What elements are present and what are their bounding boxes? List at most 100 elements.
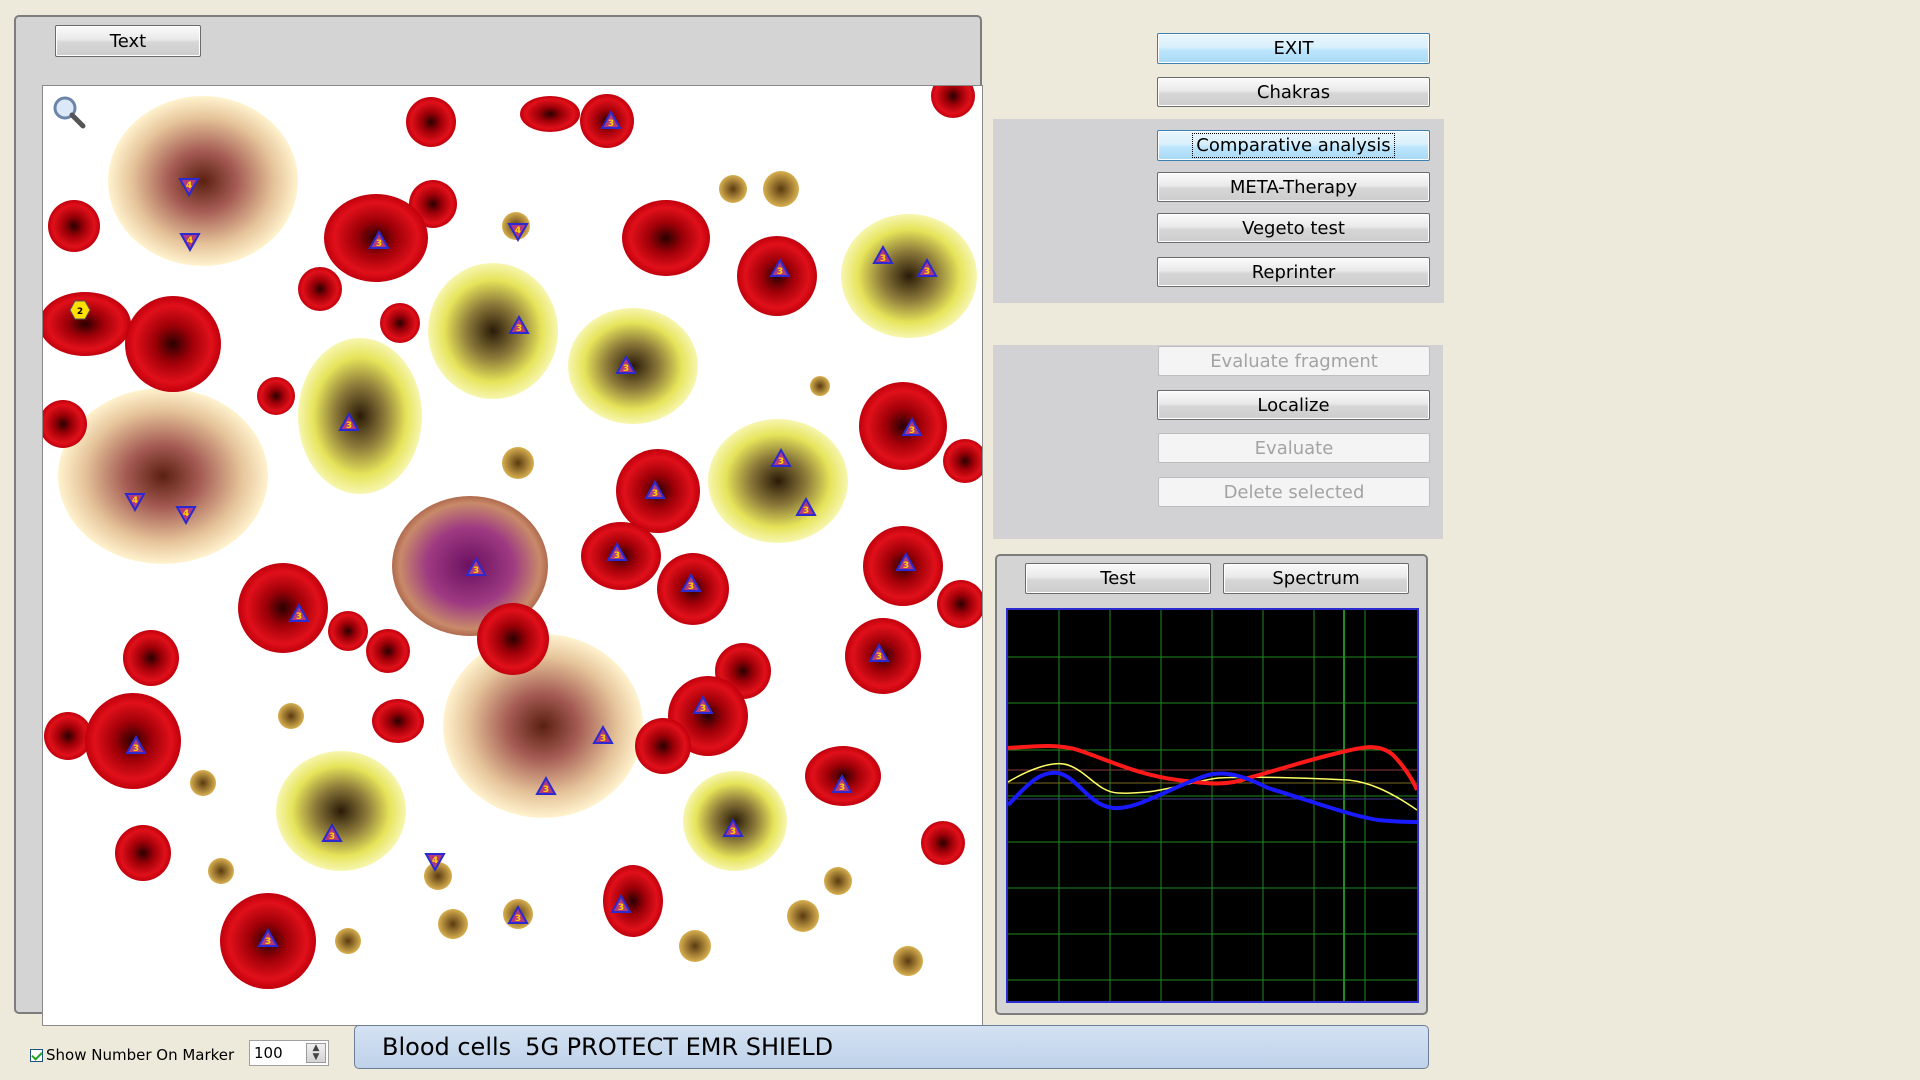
- chakras-button[interactable]: Chakras: [1157, 77, 1430, 107]
- svg-text:4: 4: [515, 226, 521, 236]
- svg-text:3: 3: [296, 612, 302, 622]
- svg-text:3: 3: [618, 903, 624, 913]
- marker-4: 4: [507, 223, 529, 243]
- svg-text:4: 4: [183, 509, 189, 519]
- spectrum-plot: [1006, 610, 1419, 1001]
- reprinter-button[interactable]: Reprinter: [1157, 257, 1430, 287]
- chakras-button-label: Chakras: [1256, 81, 1331, 103]
- marker-3: 3: [125, 734, 147, 754]
- svg-text:3: 3: [265, 937, 271, 947]
- svg-text:3: 3: [543, 785, 549, 795]
- evaluate-fragment-label: Evaluate fragment: [1210, 350, 1378, 372]
- marker-layer: 3 4 4 3 4 3 3 3 2 3 3 3 3 3 3 3 4 4 3 3: [69, 109, 938, 947]
- text-button-label: Text: [109, 30, 147, 52]
- spin-arrows-icon[interactable]: ▲ ▼: [306, 1043, 326, 1063]
- svg-text:3: 3: [376, 239, 382, 249]
- marker-3: 3: [606, 541, 628, 561]
- svg-text:3: 3: [614, 551, 620, 561]
- marker-3: 3: [338, 411, 360, 431]
- marker-3: 3: [288, 602, 310, 622]
- exit-button[interactable]: EXIT: [1157, 33, 1430, 64]
- marker-3: 3: [592, 724, 614, 744]
- marker-3: 3: [615, 354, 637, 374]
- magnifier-icon[interactable]: [51, 94, 87, 130]
- svg-text:3: 3: [473, 566, 479, 576]
- evaluate-fragment-button[interactable]: Evaluate fragment: [1158, 346, 1430, 376]
- evaluate-button[interactable]: Evaluate: [1158, 433, 1430, 463]
- svg-text:3: 3: [133, 744, 139, 754]
- marker-3: 3: [600, 109, 622, 129]
- graph-grid: [1008, 610, 1417, 1001]
- test-button-label: Test: [1100, 568, 1136, 589]
- marker-3: 3: [368, 229, 390, 249]
- svg-text:3: 3: [700, 704, 706, 714]
- blood-cell-image[interactable]: 3 4 4 3 4 3 3 3 2 3 3 3 3 3 3 3 4 4 3 3: [42, 85, 983, 1026]
- spectrum-button-label: Spectrum: [1272, 568, 1360, 589]
- zoom-spinbox[interactable]: 100 ▲ ▼: [249, 1040, 329, 1066]
- localize-button[interactable]: Localize: [1157, 390, 1430, 420]
- delete-selected-label: Delete selected: [1223, 481, 1365, 503]
- svg-text:3: 3: [515, 914, 521, 924]
- comparative-analysis-button[interactable]: Comparative analysis: [1157, 130, 1430, 161]
- svg-text:3: 3: [688, 582, 694, 592]
- delete-selected-button[interactable]: Delete selected: [1158, 477, 1430, 507]
- svg-text:3: 3: [924, 267, 930, 277]
- show-number-label: Show Number On Marker: [46, 1046, 235, 1064]
- marker-3: 3: [868, 642, 890, 662]
- marker-3: 3: [257, 927, 279, 947]
- test-button[interactable]: Test: [1025, 563, 1211, 594]
- svg-text:4: 4: [187, 236, 193, 246]
- evaluate-label: Evaluate: [1254, 437, 1334, 459]
- svg-text:3: 3: [600, 734, 606, 744]
- svg-text:3: 3: [329, 832, 335, 842]
- svg-text:3: 3: [730, 827, 736, 837]
- svg-text:4: 4: [132, 496, 138, 506]
- svg-text:3: 3: [903, 561, 909, 571]
- spectrum-graph: [1006, 608, 1419, 1003]
- marker-3: 3: [872, 244, 894, 264]
- spectrum-button[interactable]: Spectrum: [1223, 563, 1409, 594]
- marker-3: 3: [610, 893, 632, 913]
- graph-panel: Test Spectrum: [995, 554, 1428, 1015]
- meta-therapy-button[interactable]: META-Therapy: [1157, 172, 1430, 202]
- svg-text:3: 3: [803, 506, 809, 516]
- marker-3: 3: [644, 479, 666, 499]
- svg-text:3: 3: [652, 489, 658, 499]
- marker-3: 3: [770, 447, 792, 467]
- image-panel: Text 3 4 4 3 4 3 3 3 2 3 3 3 3 3 3 3 4 4…: [14, 15, 983, 1026]
- svg-text:3: 3: [880, 254, 886, 264]
- marker-3: 3: [692, 694, 714, 714]
- marker-3: 3: [795, 496, 817, 516]
- reprinter-label: Reprinter: [1251, 261, 1336, 283]
- vegeto-test-label: Vegeto test: [1242, 217, 1345, 239]
- svg-text:3: 3: [777, 267, 783, 277]
- exit-button-label: EXIT: [1273, 38, 1314, 59]
- svg-text:3: 3: [608, 119, 614, 129]
- marker-3: 3: [507, 904, 529, 924]
- svg-text:3: 3: [346, 421, 352, 431]
- marker-3: 3: [895, 551, 917, 571]
- status-subtitle: 5G PROTECT EMR SHIELD: [525, 1033, 834, 1061]
- svg-text:3: 3: [516, 324, 522, 334]
- marker-4: 4: [424, 853, 446, 873]
- marker-3: 3: [321, 822, 343, 842]
- svg-text:4: 4: [432, 856, 438, 866]
- marker-3: 3: [769, 257, 791, 277]
- zoom-value: 100: [254, 1044, 283, 1062]
- marker-3: 3: [916, 257, 938, 277]
- marker-4: 4: [179, 233, 201, 253]
- localize-label: Localize: [1257, 394, 1330, 416]
- vegeto-test-button[interactable]: Vegeto test: [1157, 213, 1430, 243]
- svg-text:2: 2: [77, 307, 83, 317]
- meta-therapy-label: META-Therapy: [1229, 176, 1358, 198]
- marker-3: 3: [680, 572, 702, 592]
- marker-4: 4: [124, 493, 146, 513]
- checkbox-checked-icon[interactable]: [30, 1048, 43, 1062]
- status-bar: Blood cells 5G PROTECT EMR SHIELD: [354, 1025, 1429, 1069]
- marker-3: 3: [465, 556, 487, 576]
- text-button[interactable]: Text: [55, 25, 201, 57]
- show-number-checkbox[interactable]: Show Number On Marker: [30, 1046, 234, 1064]
- marker-4: 4: [175, 506, 197, 526]
- marker-2: 2: [69, 300, 91, 320]
- status-title: Blood cells: [382, 1033, 512, 1061]
